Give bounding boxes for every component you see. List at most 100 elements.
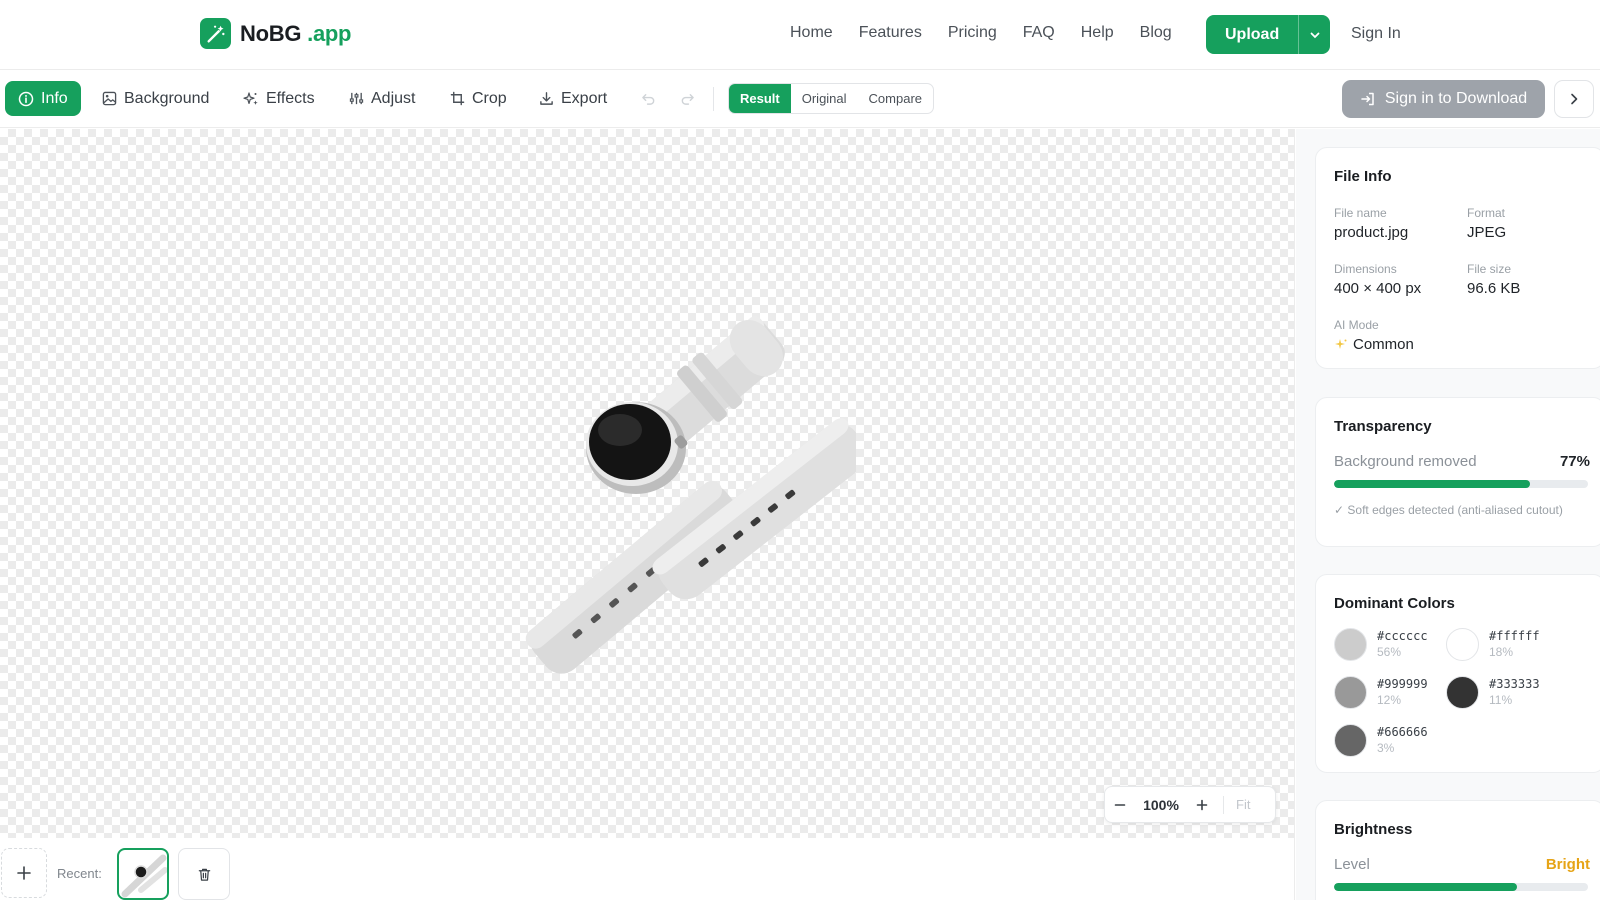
sparkle-icon [1335,338,1347,349]
zoom-divider [1223,795,1224,814]
magic-wand-icon [200,18,231,49]
tool-adjust-label: Adjust [371,89,416,107]
view-original-button[interactable]: Original [791,84,858,113]
transparency-label: Background removed [1334,453,1477,470]
tool-adjust[interactable]: Adjust [347,81,417,116]
color-dot [1334,724,1367,757]
tool-background-label: Background [124,89,210,107]
plus-icon [17,866,31,880]
transparency-note: ✓ Soft edges detected (anti-aliased cuto… [1334,503,1563,517]
recent-label: Recent: [57,866,102,881]
color-hex: #333333 [1489,677,1540,691]
brightness-bar-fill [1334,883,1517,891]
dimensions-value: 400 × 400 px [1334,280,1422,297]
tool-crop[interactable]: Crop [448,81,509,116]
trash-icon [198,868,210,881]
recent-thumbnail[interactable] [117,848,169,900]
file-size-label: File size [1467,262,1512,276]
color-hex: #ffffff [1489,629,1540,643]
zoom-controls: 100% Fit [1104,786,1276,823]
image-icon [102,91,117,106]
file-info-card: File Info File name product.jpg Format J… [1315,147,1600,369]
file-name-value: product.jpg [1334,224,1409,241]
sign-in-to-download-button[interactable]: Sign in to Download [1342,80,1545,118]
color-swatch: #999999 12% [1334,676,1428,709]
color-hex: #cccccc [1377,629,1428,643]
delete-button[interactable] [178,848,230,900]
brightness-card: Brightness Level Bright [1315,800,1600,900]
color-dot [1334,628,1367,661]
tool-effects[interactable]: Effects [241,81,317,116]
add-image-button[interactable] [1,848,47,898]
color-hex: #666666 [1377,725,1428,739]
color-percent: 12% [1377,693,1402,707]
view-result-button[interactable]: Result [729,84,791,113]
view-compare-button[interactable]: Compare [858,84,933,113]
tool-info[interactable]: Info [5,81,81,116]
sparkles-icon [243,91,258,105]
image-canvas[interactable]: 100% Fit [0,129,1295,838]
color-swatch: #ffffff 18% [1446,628,1540,661]
transparency-card: Transparency Background removed 77% ✓ So… [1315,397,1600,547]
brightness-label: Level [1334,856,1370,873]
color-swatch: #cccccc 56% [1334,628,1428,661]
color-dot [1334,676,1367,709]
tool-export[interactable]: Export [537,81,609,116]
zoom-out-button[interactable] [1105,798,1135,812]
nav-link-blog[interactable]: Blog [1140,24,1172,42]
zoom-level: 100% [1143,796,1179,813]
info-icon [18,91,34,106]
nav-link-pricing[interactable]: Pricing [948,24,997,42]
login-icon [1361,92,1374,106]
brightness-bar [1334,883,1588,891]
color-percent: 56% [1377,645,1402,659]
chevron-right-icon [1571,93,1578,105]
nav-link-home[interactable]: Home [790,24,833,42]
editor-toolbar: Info Background Effects Adjust Crop Expo… [0,70,1600,128]
dominant-colors-card: Dominant Colors #cccccc 56% #ffffff 18% #9… [1315,574,1600,773]
brightness-title: Brightness [1334,821,1413,838]
transparency-value: 77% [1559,453,1590,470]
minus-icon [1114,803,1126,806]
top-navigation: NoBG .app Home Features Pricing FAQ Help … [0,0,1600,70]
file-name-label: File name [1334,206,1387,220]
nav-links: Home Features Pricing FAQ Help Blog [790,24,1172,42]
expand-panel-button[interactable] [1554,80,1594,118]
color-percent: 11% [1489,693,1513,707]
upload-dropdown-button[interactable] [1299,15,1330,54]
nav-link-features[interactable]: Features [859,24,922,42]
upload-button-group: Upload [1206,15,1331,54]
undo-button[interactable] [641,91,656,111]
redo-button[interactable] [680,91,695,111]
logo[interactable]: NoBG .app [200,18,351,49]
file-info-title: File Info [1334,168,1392,185]
transparency-title: Transparency [1334,418,1432,435]
chevron-down-icon [1310,32,1320,38]
file-size-value: 96.6 KB [1467,280,1521,297]
product-image-watch [525,316,856,674]
nav-link-faq[interactable]: FAQ [1023,24,1055,42]
undo-icon [642,94,655,105]
ai-mode-label: AI Mode [1334,318,1379,332]
plus-icon [1196,799,1208,810]
color-dot [1446,628,1479,661]
brightness-value: Bright [1545,856,1590,873]
tool-background[interactable]: Background [100,81,211,116]
color-dot [1446,676,1479,709]
upload-button[interactable]: Upload [1206,15,1300,54]
dominant-colors-title: Dominant Colors [1334,595,1455,612]
watch-thumbnail-image [121,854,167,898]
tool-effects-label: Effects [266,89,315,107]
fit-button[interactable]: Fit [1236,797,1250,812]
transparency-bar-fill [1334,480,1530,488]
dimensions-label: Dimensions [1334,262,1397,276]
nav-link-help[interactable]: Help [1081,24,1114,42]
color-hex: #999999 [1377,677,1428,691]
sign-in-link[interactable]: Sign In [1351,25,1401,43]
logo-text: NoBG .app [240,20,352,46]
zoom-in-button[interactable] [1187,798,1217,812]
color-swatch: #333333 11% [1446,676,1540,709]
color-swatch: #666666 3% [1334,724,1428,757]
tool-export-label: Export [561,89,608,107]
tool-info-label: Info [41,89,68,107]
